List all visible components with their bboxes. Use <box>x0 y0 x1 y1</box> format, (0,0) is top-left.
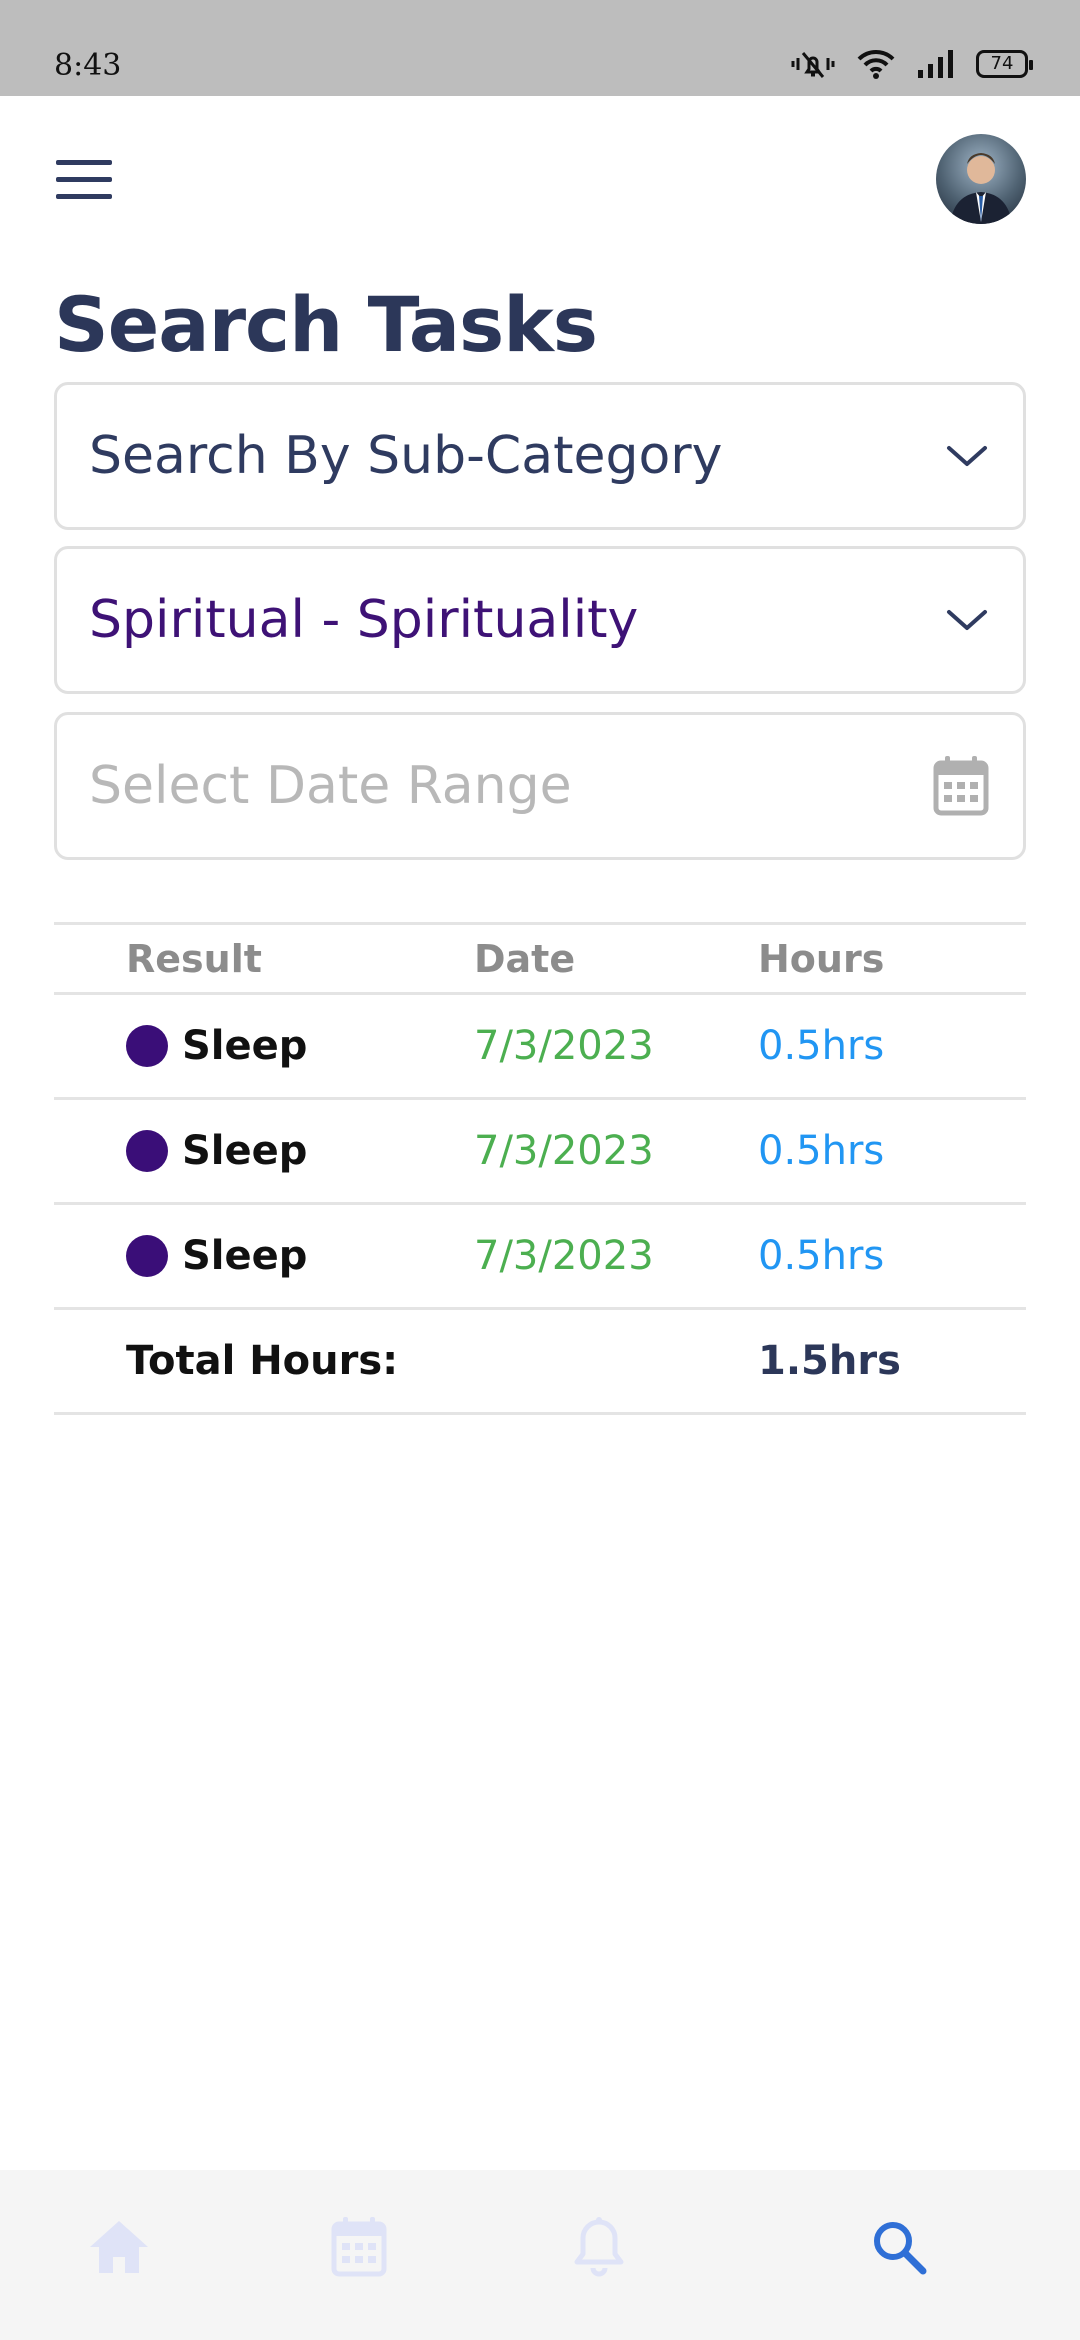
total-hours-value: 1.5hrs <box>758 1338 901 1384</box>
bottom-nav <box>0 2170 1080 2340</box>
result-cell: Sleep <box>126 1100 307 1202</box>
status-icons: 74 <box>790 48 1033 80</box>
result-cell: Sleep <box>126 995 307 1097</box>
home-icon <box>90 2221 148 2273</box>
avatar[interactable] <box>936 134 1026 224</box>
nav-home[interactable] <box>84 2212 154 2282</box>
hamburger-menu-icon[interactable] <box>56 160 112 200</box>
table-row[interactable]: Sleep 7/3/2023 0.5hrs <box>54 1205 1026 1310</box>
column-header-hours: Hours <box>758 936 885 981</box>
wifi-icon <box>857 49 895 79</box>
status-bar: 8:43 74 <box>0 0 1080 96</box>
hours-cell: 0.5hrs <box>758 1023 885 1069</box>
table-header: Result Date Hours <box>54 925 1026 995</box>
category-select[interactable]: Spiritual - Spirituality <box>54 546 1026 694</box>
column-header-date: Date <box>474 936 576 981</box>
category-dot <box>126 1130 168 1172</box>
result-label: Sleep <box>182 1023 308 1069</box>
result-cell: Sleep <box>126 1205 307 1307</box>
table-row[interactable]: Sleep 7/3/2023 0.5hrs <box>54 995 1026 1100</box>
date-range-placeholder: Select Date Range <box>89 756 572 816</box>
date-cell: 7/3/2023 <box>474 1023 654 1069</box>
category-select-value: Spiritual - Spirituality <box>89 590 639 650</box>
subcategory-select-value: Search By Sub-Category <box>89 426 723 486</box>
total-hours-label: Total Hours: <box>126 1338 399 1384</box>
chevron-down-icon <box>947 446 987 466</box>
result-label: Sleep <box>182 1233 308 1279</box>
nav-notifications[interactable] <box>564 2212 634 2282</box>
bell-icon <box>574 2217 624 2277</box>
results-table: Result Date Hours Sleep 7/3/2023 0.5hrs … <box>54 922 1026 1415</box>
page-title: Search Tasks <box>54 280 598 369</box>
hours-cell: 0.5hrs <box>758 1233 885 1279</box>
category-dot <box>126 1235 168 1277</box>
battery-icon: 74 <box>976 50 1033 78</box>
date-cell: 7/3/2023 <box>474 1233 654 1279</box>
date-cell: 7/3/2023 <box>474 1128 654 1174</box>
calendar-icon <box>331 2217 387 2277</box>
hours-cell: 0.5hrs <box>758 1128 885 1174</box>
category-dot <box>126 1025 168 1067</box>
signal-icon <box>918 50 953 78</box>
status-time: 8:43 <box>54 48 122 83</box>
nav-search[interactable] <box>864 2212 934 2282</box>
table-total-row: Total Hours: 1.5hrs <box>54 1310 1026 1415</box>
nav-calendar[interactable] <box>324 2212 394 2282</box>
search-icon <box>874 2222 927 2275</box>
date-range-input[interactable]: Select Date Range <box>54 712 1026 860</box>
calendar-icon <box>933 756 989 816</box>
result-label: Sleep <box>182 1128 308 1174</box>
table-row[interactable]: Sleep 7/3/2023 0.5hrs <box>54 1100 1026 1205</box>
mute-vibrate-icon <box>791 52 835 78</box>
subcategory-select[interactable]: Search By Sub-Category <box>54 382 1026 530</box>
chevron-down-icon <box>947 610 987 630</box>
column-header-result: Result <box>126 936 262 981</box>
